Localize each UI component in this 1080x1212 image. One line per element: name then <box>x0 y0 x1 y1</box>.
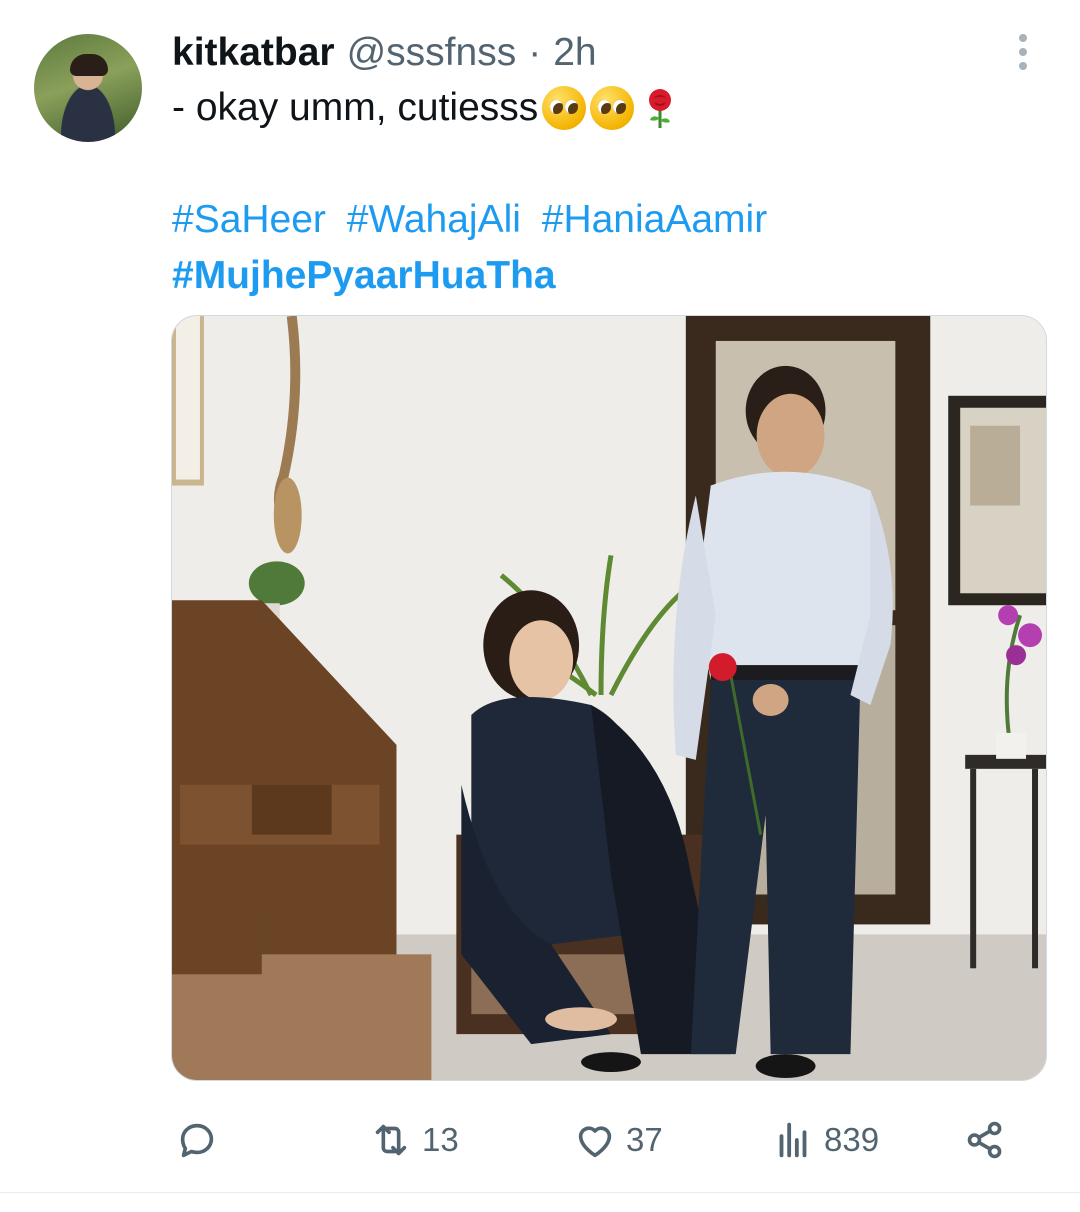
hashtag-row: #MujhePyaarHuaTha <box>172 248 777 304</box>
tweet-media-image[interactable] <box>171 315 1047 1081</box>
views-button[interactable]: 839 <box>770 1112 879 1168</box>
views-chart-icon <box>779 1122 807 1158</box>
share-icon <box>967 1121 1002 1159</box>
share-button[interactable] <box>962 1112 1008 1168</box>
more-options-icon[interactable] <box>1014 34 1032 70</box>
avatar[interactable] <box>34 34 142 142</box>
tweet-timestamp[interactable]: 2h <box>553 30 596 76</box>
media-scene <box>172 316 1046 1080</box>
heart-icon <box>578 1126 612 1158</box>
header-separator: · <box>528 31 542 74</box>
tweet-text: - okay umm, cutiesss <box>172 84 682 132</box>
retweet-count: 13 <box>422 1121 459 1158</box>
user-handle[interactable]: @sssfnss <box>347 30 517 76</box>
views-count: 839 <box>824 1121 880 1158</box>
hashtag-link[interactable]: #WahajAli <box>347 198 521 241</box>
tweet-text-body: - okay umm, cutiesss <box>172 86 539 129</box>
tweet-header: kitkatbar @sssfnss · 2h <box>172 30 597 76</box>
more-dot <box>1019 48 1027 56</box>
reply-button[interactable] <box>174 1112 220 1168</box>
hashtag-row: #SaHeer #WahajAli #HaniaAamir <box>172 192 777 248</box>
tweet-card[interactable]: kitkatbar @sssfnss · 2h - okay umm, cuti… <box>0 0 1080 1212</box>
more-dot <box>1019 62 1027 70</box>
reply-icon <box>180 1123 214 1158</box>
avatar-hair <box>70 54 108 76</box>
hashtag-link[interactable]: #SaHeer <box>172 198 326 241</box>
display-name[interactable]: kitkatbar <box>172 30 335 76</box>
divider <box>0 1192 1080 1193</box>
pleading-face-emoji <box>542 86 587 130</box>
hashtag-link[interactable]: #MujhePyaarHuaTha <box>172 254 556 297</box>
more-dot <box>1019 34 1027 42</box>
retweet-button[interactable]: 13 <box>368 1112 459 1168</box>
rose-emoji <box>638 86 682 130</box>
hashtag-link[interactable]: #HaniaAamir <box>542 198 767 241</box>
tweet-actions: 13 37 839 <box>0 1112 1080 1168</box>
pleading-face-emoji <box>590 86 635 130</box>
retweet-icon <box>375 1124 407 1156</box>
like-count: 37 <box>626 1121 663 1158</box>
hashtags: #SaHeer #WahajAli #HaniaAamir #MujhePyaa… <box>172 192 777 304</box>
like-button[interactable]: 37 <box>572 1112 663 1168</box>
